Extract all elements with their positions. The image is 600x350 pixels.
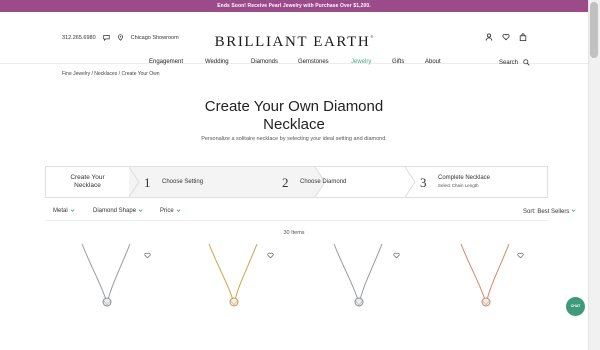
chevron-down-icon <box>138 209 143 212</box>
necklace-image[interactable] <box>437 244 537 350</box>
builder-steps: Create Your Necklace 1 Choose Setting 2 C… <box>45 166 548 198</box>
filter-price[interactable]: Price <box>160 208 181 214</box>
product-card[interactable] <box>185 244 285 350</box>
results-count: 30 Items <box>283 230 305 236</box>
user-icon[interactable] <box>485 33 493 41</box>
nav-gifts[interactable]: Gifts <box>392 59 404 65</box>
nav-wedding[interactable]: Wedding <box>205 59 229 65</box>
filter-diamond-shape[interactable]: Diamond Shape <box>93 208 143 214</box>
product-card[interactable] <box>58 244 158 350</box>
filter-metal[interactable]: Metal <box>53 208 75 214</box>
sort-dropdown[interactable]: Sort: Best Sellers <box>523 208 576 215</box>
chevron-down-icon <box>70 209 75 212</box>
necklace-image[interactable] <box>58 244 158 350</box>
step-intro: Create Your Necklace <box>70 174 105 189</box>
divider <box>45 220 548 221</box>
product-card[interactable] <box>310 244 410 350</box>
promo-banner[interactable]: Ends Soon! Receive Pearl Jewelry with Pu… <box>0 0 588 12</box>
chat-button[interactable]: CHAT <box>566 297 585 316</box>
product-card[interactable] <box>437 244 537 350</box>
nav-engagement[interactable]: Engagement <box>149 59 183 65</box>
nav-gemstones[interactable]: Gemstones <box>298 59 329 65</box>
wishlist-heart-icon[interactable] <box>393 252 400 259</box>
step-divider-icon <box>129 167 140 197</box>
search-icon[interactable] <box>523 59 530 66</box>
page: Ends Soon! Receive Pearl Jewelry with Pu… <box>0 0 588 350</box>
scrollbar[interactable] <box>588 0 600 350</box>
necklace-image[interactable] <box>185 244 285 350</box>
nav-diamonds[interactable]: Diamonds <box>251 59 278 65</box>
search-label[interactable]: Search <box>499 60 518 66</box>
page-title: Create Your Own Diamond Necklace <box>204 98 384 133</box>
header-actions <box>485 33 527 41</box>
heart-icon[interactable] <box>502 33 510 41</box>
step-divider-icon <box>405 167 416 197</box>
chevron-down-icon <box>176 209 181 212</box>
promo-text[interactable]: Ends Soon! Receive Pearl Jewelry with Pu… <box>217 3 370 9</box>
bag-icon[interactable] <box>519 33 527 41</box>
breadcrumb[interactable]: Fine Jewelry / Necklaces / Create Your O… <box>62 71 160 77</box>
chevron-down-icon <box>571 209 576 212</box>
nav-about[interactable]: About <box>425 59 441 65</box>
nav-jewelry[interactable]: Jewelry <box>351 59 371 65</box>
wishlist-heart-icon[interactable] <box>144 252 151 259</box>
page-subtitle: Personalize a solitaire necklace by sele… <box>201 136 387 142</box>
wishlist-heart-icon[interactable] <box>517 252 524 259</box>
wishlist-heart-icon[interactable] <box>267 252 274 259</box>
necklace-image[interactable] <box>310 244 410 350</box>
site-header: 312.265.6980 Chicago Showroom BRILLIANT … <box>0 12 588 66</box>
scrollbar-thumb[interactable] <box>590 2 598 58</box>
search-button[interactable]: Search <box>499 59 530 66</box>
